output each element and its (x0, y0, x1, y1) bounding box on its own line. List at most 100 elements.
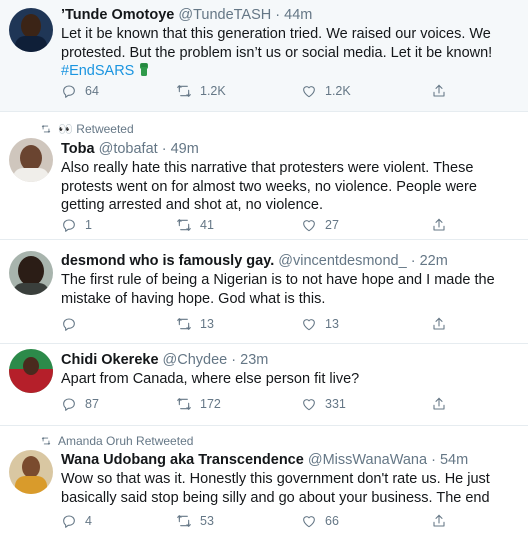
tweet-text: Apart from Canada, where else person fit… (61, 371, 360, 387)
heart-icon (301, 83, 317, 99)
retweet-context-icon (40, 436, 52, 446)
timestamp[interactable]: 54m (440, 452, 468, 468)
separator-dot: · (431, 452, 436, 468)
like-count: 331 (325, 397, 346, 411)
tweet-actions: 1 41 27 (61, 215, 501, 235)
tweet[interactable]: Amanda Oruh Retweeted Wana Udobang aka T… (0, 426, 528, 534)
reply-icon (61, 83, 77, 99)
heart-icon (301, 396, 317, 412)
heart-icon (301, 316, 317, 332)
reply-button[interactable] (61, 314, 176, 334)
avatar[interactable] (9, 138, 53, 182)
tweet-text: The first rule of being a Nigerian is to… (61, 272, 495, 307)
display-name[interactable]: desmond who is famously gay. (61, 253, 274, 269)
like-count: 27 (325, 218, 339, 232)
share-button[interactable] (431, 314, 471, 334)
timeline-feed: ’Tunde Omotoye @TundeTASH · 44m Let it b… (0, 0, 528, 534)
retweet-count: 41 (200, 218, 214, 232)
retweet-button[interactable]: 172 (176, 394, 301, 414)
display-name[interactable]: ’Tunde Omotoye (61, 7, 174, 23)
retweet-icon (176, 513, 192, 529)
retweet-icon (176, 217, 192, 233)
reply-button[interactable]: 87 (61, 394, 176, 414)
share-icon (431, 513, 447, 529)
avatar[interactable] (9, 251, 53, 295)
retweet-icon (176, 316, 192, 332)
tweet-header: Toba @tobafat · 49m (61, 140, 518, 158)
share-button[interactable] (431, 81, 471, 101)
display-name[interactable]: Wana Udobang aka Transcendence (61, 452, 304, 468)
retweet-count: 1.2K (200, 84, 226, 98)
share-icon (431, 83, 447, 99)
retweet-icon (176, 83, 192, 99)
retweet-button[interactable]: 13 (176, 314, 301, 334)
tweet[interactable]: ’Tunde Omotoye @TundeTASH · 44m Let it b… (0, 0, 528, 112)
user-handle[interactable]: @Chydee (163, 352, 228, 368)
tweet-header: desmond who is famously gay. @vincentdes… (61, 252, 518, 270)
display-name[interactable]: Toba (61, 141, 95, 157)
reply-count: 64 (85, 84, 99, 98)
display-name[interactable]: Chidi Okereke (61, 352, 159, 368)
retweeted-by-label[interactable]: 👀 Retweeted (58, 122, 134, 136)
user-handle[interactable]: @tobafat (99, 141, 158, 157)
avatar[interactable] (9, 450, 53, 494)
tweet-actions: 4 53 66 (61, 511, 501, 531)
share-button[interactable] (431, 215, 471, 235)
avatar[interactable] (9, 349, 53, 393)
tweet[interactable]: Chidi Okereke @Chydee · 23m Apart from C… (0, 344, 528, 426)
tweet-actions: 64 1.2K 1.2K (61, 81, 501, 101)
timestamp[interactable]: 44m (284, 7, 312, 23)
reply-icon (61, 513, 77, 529)
reply-count: 4 (85, 514, 92, 528)
share-button[interactable] (431, 511, 471, 531)
heart-icon (301, 217, 317, 233)
tweet-header: ’Tunde Omotoye @TundeTASH · 44m (61, 6, 518, 24)
reply-button[interactable]: 1 (61, 215, 176, 235)
retweet-count: 13 (200, 317, 214, 331)
reply-count: 87 (85, 397, 99, 411)
share-button[interactable] (431, 394, 471, 414)
reply-button[interactable]: 64 (61, 81, 176, 101)
retweeted-by-label[interactable]: Amanda Oruh Retweeted (58, 434, 193, 448)
retweet-button[interactable]: 41 (176, 215, 301, 235)
timestamp[interactable]: 22m (420, 253, 448, 269)
like-button[interactable]: 27 (301, 215, 431, 235)
separator-dot: · (231, 352, 237, 368)
tweet[interactable]: desmond who is famously gay. @vincentdes… (0, 240, 528, 344)
user-handle[interactable]: @MissWanaWana (308, 452, 427, 468)
retweet-count: 53 (200, 514, 214, 528)
tweet-header: Wana Udobang aka Transcendence @MissWana… (61, 451, 518, 469)
avatar[interactable] (9, 8, 53, 52)
reply-icon (61, 396, 77, 412)
tweet-actions: 87 172 331 (61, 394, 501, 414)
like-count: 13 (325, 317, 339, 331)
reply-button[interactable]: 4 (61, 511, 176, 531)
heart-icon (301, 513, 317, 529)
like-button[interactable]: 13 (301, 314, 431, 334)
timestamp[interactable]: 49m (171, 141, 199, 157)
separator-dot: · (161, 141, 167, 157)
hashtag-link[interactable]: #EndSARS (61, 63, 134, 79)
retweet-context-icon (40, 124, 52, 134)
tweet[interactable]: 👀 Retweeted Toba @tobafat · 49m Also rea… (0, 112, 528, 240)
retweet-button[interactable]: 1.2K (176, 81, 301, 101)
retweet-icon (176, 396, 192, 412)
like-button[interactable]: 1.2K (301, 81, 431, 101)
tweet-text: Let it be known that this generation tri… (61, 25, 518, 81)
share-icon (431, 396, 447, 412)
tweet-text: Also really hate this narrative that pro… (61, 160, 477, 213)
like-count: 1.2K (325, 84, 351, 98)
user-handle[interactable]: @vincentdesmond_ (278, 253, 406, 269)
like-button[interactable]: 66 (301, 511, 431, 531)
reply-icon (61, 316, 77, 332)
like-button[interactable]: 331 (301, 394, 431, 414)
separator-dot: · (275, 7, 281, 23)
retweet-context: 👀 Retweeted (40, 122, 134, 136)
share-icon (431, 316, 447, 332)
user-handle[interactable]: @TundeTASH (178, 7, 271, 23)
timestamp[interactable]: 23m (240, 352, 268, 368)
retweet-button[interactable]: 53 (176, 511, 301, 531)
tweet-actions: 13 13 (61, 314, 501, 334)
like-count: 66 (325, 514, 339, 528)
retweet-context: Amanda Oruh Retweeted (40, 434, 193, 448)
